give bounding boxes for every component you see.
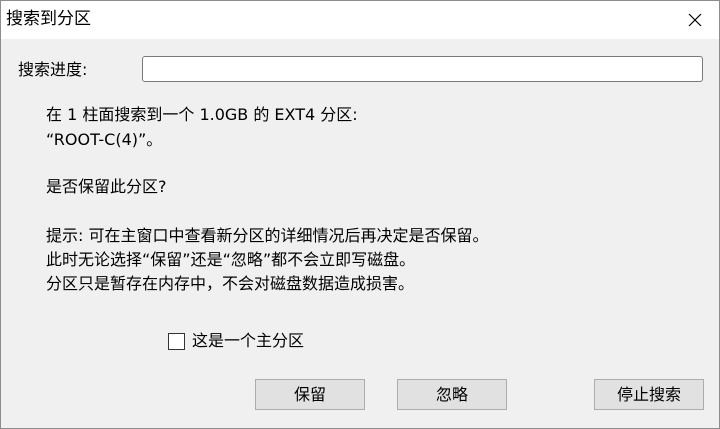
search-progress-field xyxy=(142,56,703,82)
primary-partition-checkbox[interactable] xyxy=(168,332,185,350)
search-progress-label: 搜索进度: xyxy=(18,60,88,79)
close-icon xyxy=(688,13,702,27)
hint-line-1: 提示: 可在主窗口中查看新分区的详细情况后再决定是否保留。 xyxy=(46,226,489,245)
title-bar: 搜索到分区 xyxy=(1,1,719,39)
found-partition-message: 在 1 柱面搜索到一个 1.0GB 的 EXT4 分区: xyxy=(46,105,358,124)
close-button[interactable] xyxy=(671,1,719,39)
search-partition-dialog: 搜索到分区 搜索进度: 在 1 柱面搜索到一个 1.0GB 的 EXT4 分区:… xyxy=(0,0,720,429)
stop-search-button[interactable]: 停止搜索 xyxy=(594,379,704,410)
hint-line-2: 此时无论选择“保留”还是“忽略”都不会立即写磁盘。 xyxy=(46,250,416,269)
dialog-content: 搜索进度: 在 1 柱面搜索到一个 1.0GB 的 EXT4 分区: “ROOT… xyxy=(1,39,719,428)
primary-partition-label[interactable]: 这是一个主分区 xyxy=(192,330,304,352)
hint-line-3: 分区只是暂存在内存中，不会对磁盘数据造成损害。 xyxy=(46,274,415,293)
partition-name-text: “ROOT-C(4)”。 xyxy=(46,130,163,149)
keep-button[interactable]: 保留 xyxy=(255,379,365,410)
keep-question-text: 是否保留此分区? xyxy=(46,177,167,196)
primary-partition-checkbox-row[interactable]: 这是一个主分区 xyxy=(168,330,304,352)
ignore-button[interactable]: 忽略 xyxy=(397,379,507,410)
window-title: 搜索到分区 xyxy=(6,9,91,29)
